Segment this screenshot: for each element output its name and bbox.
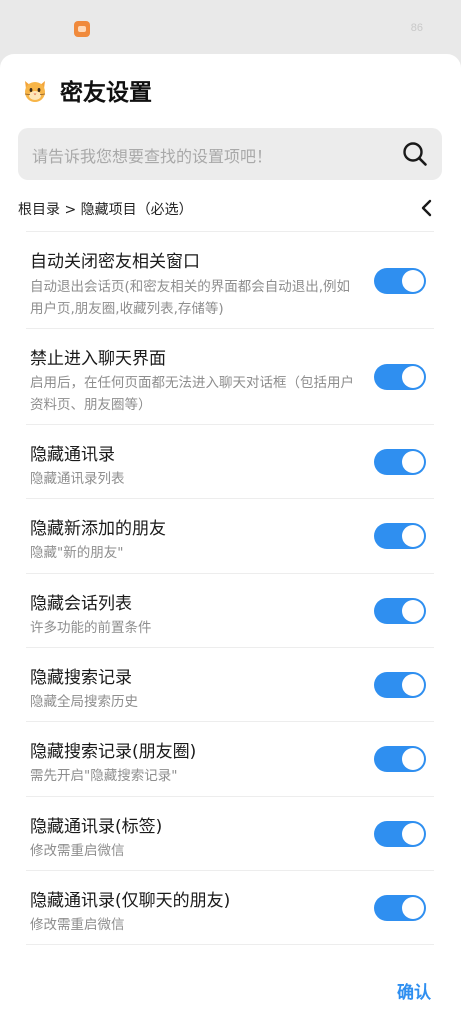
setting-item-auto-close-windows: 自动关闭密友相关窗口 自动退出会话页(和密友相关的界面都会自动退出,例如用户页,…	[26, 231, 434, 328]
settings-sheet: 密友设置 请告诉我您想要查找的设置项吧！ 根目录 > 隐藏项目（必选） 自动关闭…	[0, 54, 461, 1024]
setting-item-hide-conversations: 隐藏会话列表 许多功能的前置条件	[26, 573, 434, 647]
toggle-switch[interactable]	[374, 364, 426, 390]
toggle-knob	[402, 748, 424, 770]
setting-item-hide-contact-tags: 隐藏通讯录(标签) 修改需重启微信	[26, 796, 434, 870]
toggle-knob	[402, 897, 424, 919]
chevron-left-icon[interactable]	[418, 198, 436, 218]
setting-item-hide-moments-search: 隐藏搜索记录(朋友圈) 需先开启"隐藏搜索记录"	[26, 721, 434, 796]
setting-description: 隐藏全局搜索历史	[30, 694, 138, 710]
settings-list: 自动关闭密友相关窗口 自动退出会话页(和密友相关的界面都会自动退出,例如用户页,…	[26, 231, 434, 945]
setting-description: 许多功能的前置条件	[30, 620, 152, 636]
setting-title: 隐藏搜索记录(朋友圈)	[30, 742, 197, 762]
toggle-knob	[402, 525, 424, 547]
setting-description: 隐藏通讯录列表	[30, 471, 125, 487]
setting-description: 修改需重启微信	[30, 843, 125, 859]
toggle-switch[interactable]	[374, 268, 426, 294]
setting-item-hide-new-friends: 隐藏新添加的朋友 隐藏"新的朋友"	[26, 498, 434, 573]
setting-description: 隐藏"新的朋友"	[30, 545, 124, 561]
setting-title: 隐藏搜索记录	[30, 668, 132, 688]
toggle-knob	[402, 451, 424, 473]
header: 密友设置	[22, 70, 152, 110]
setting-description: 自动退出会话页(和密友相关的界面都会自动退出,例如用户页,朋友圈,收藏列表,存储…	[30, 279, 351, 317]
toggle-knob	[402, 823, 424, 845]
setting-title: 隐藏通讯录	[30, 445, 115, 465]
search-placeholder: 请告诉我您想要查找的设置项吧！	[32, 147, 273, 166]
page-title: 密友设置	[60, 80, 152, 106]
toggle-switch[interactable]	[374, 523, 426, 549]
setting-item-hide-contacts: 隐藏通讯录 隐藏通讯录列表	[26, 424, 434, 498]
toggle-switch[interactable]	[374, 746, 426, 772]
toggle-switch[interactable]	[374, 672, 426, 698]
toggle-knob	[402, 674, 424, 696]
setting-description: 修改需重启微信	[30, 917, 125, 933]
toggle-knob	[402, 270, 424, 292]
setting-description: 启用后，在任何页面都无法进入聊天对话框（包括用户资料页、朋友圈等）	[30, 375, 354, 413]
toggle-knob	[402, 366, 424, 388]
setting-title: 隐藏新添加的朋友	[30, 519, 166, 539]
toggle-switch[interactable]	[374, 895, 426, 921]
battery-level: 86	[410, 22, 423, 34]
setting-title: 隐藏会话列表	[30, 594, 132, 614]
cat-face-icon	[22, 77, 48, 103]
toggle-knob	[402, 600, 424, 622]
confirm-button[interactable]: 确认	[397, 978, 431, 1003]
app-notification-icon	[74, 21, 90, 37]
search-input[interactable]: 请告诉我您想要查找的设置项吧！	[18, 128, 442, 180]
search-icon[interactable]	[402, 141, 428, 167]
setting-item-hide-chat-only-friends: 隐藏通讯录(仅聊天的朋友) 修改需重启微信	[26, 870, 434, 945]
toggle-switch[interactable]	[374, 821, 426, 847]
breadcrumb-bar: 根目录 > 隐藏项目（必选）	[18, 196, 442, 220]
setting-item-hide-search-history: 隐藏搜索记录 隐藏全局搜索历史	[26, 647, 434, 721]
setting-title: 自动关闭密友相关窗口	[30, 252, 200, 272]
toggle-switch[interactable]	[374, 449, 426, 475]
setting-description: 需先开启"隐藏搜索记录"	[30, 768, 178, 784]
status-bar: 86	[0, 0, 461, 56]
toggle-switch[interactable]	[374, 598, 426, 624]
setting-title: 隐藏通讯录(标签)	[30, 817, 163, 837]
setting-title: 禁止进入聊天界面	[30, 349, 166, 369]
breadcrumb: 根目录 > 隐藏项目（必选）	[18, 202, 193, 218]
setting-title: 隐藏通讯录(仅聊天的朋友)	[30, 891, 231, 911]
setting-item-block-chat: 禁止进入聊天界面 启用后，在任何页面都无法进入聊天对话框（包括用户资料页、朋友圈…	[26, 328, 434, 424]
